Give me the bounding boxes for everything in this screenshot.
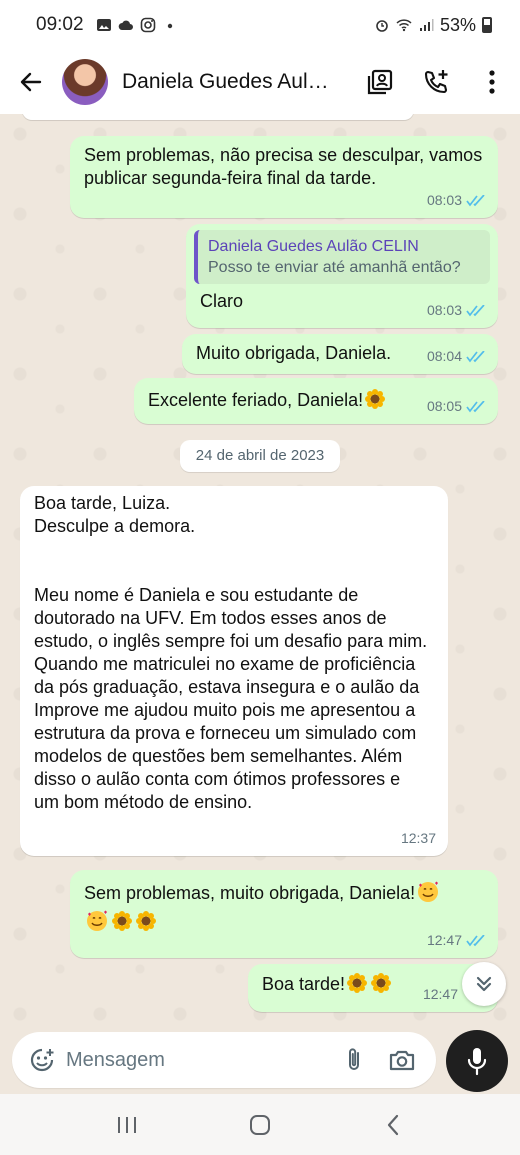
status-left: 09:02 xyxy=(36,14,178,36)
message-time: 12:37 xyxy=(400,830,436,846)
contact-card-button[interactable] xyxy=(352,54,408,110)
home-button[interactable] xyxy=(230,1100,290,1150)
message-bubble-outgoing[interactable]: Excelente feriado, Daniela! 08:05 xyxy=(134,378,498,424)
emoji-row xyxy=(84,909,484,934)
message-meta: 12:47 xyxy=(423,983,458,1006)
system-nav-bar xyxy=(0,1094,520,1155)
message-text: Excelente feriado, Daniela! xyxy=(148,390,364,410)
contact-name[interactable]: Daniela Guedes Aulã… xyxy=(122,70,340,94)
partial-message-bubble xyxy=(22,114,414,120)
home-icon xyxy=(249,1114,270,1135)
message-text: Muito obrigada, Daniela. xyxy=(196,343,392,363)
read-receipt-icon xyxy=(466,934,485,946)
message-greeting-line2: Desculpe a demora. xyxy=(34,516,196,536)
status-time: 09:02 xyxy=(36,14,84,35)
composer-bar xyxy=(0,1024,520,1094)
read-receipt-icon xyxy=(466,194,485,206)
gallery-notification-icon xyxy=(96,19,111,31)
chat-area[interactable]: Sem problemas, não precisa se desculpar,… xyxy=(0,114,520,1024)
cloud-notification-icon xyxy=(118,20,133,30)
message-time: 08:03 xyxy=(426,302,462,318)
quoted-message[interactable]: Daniela Guedes Aulão CELIN Posso te envi… xyxy=(194,230,490,284)
contact-avatar[interactable] xyxy=(62,59,108,105)
sunflower-emoji-icon xyxy=(112,911,132,931)
header-actions xyxy=(352,54,520,110)
alarm-icon xyxy=(376,20,388,32)
message-bubble-outgoing[interactable]: Muito obrigada, Daniela. 08:04 xyxy=(182,334,498,374)
more-vertical-icon xyxy=(489,70,495,94)
message-bubble-outgoing-reply[interactable]: Daniela Guedes Aulão CELIN Posso te envi… xyxy=(186,224,498,328)
message-meta: 08:05 xyxy=(427,395,486,418)
message-time: 12:47 xyxy=(422,986,458,1002)
scroll-to-bottom-button[interactable] xyxy=(462,962,506,1006)
composer-box xyxy=(12,1032,436,1088)
message-bubble-outgoing[interactable]: Boa tarde! 12:47 xyxy=(248,964,498,1012)
message-time: 12:47 xyxy=(426,932,462,948)
wifi-icon xyxy=(396,19,412,32)
signal-icon xyxy=(419,19,434,31)
chat-header: Daniela Guedes Aulã… xyxy=(0,50,520,114)
quoted-text: Posso te enviar até amanhã então? xyxy=(208,259,461,276)
add-call-icon xyxy=(424,70,448,94)
message-text: Sem problemas, muito obrigada, Daniela! xyxy=(84,883,416,903)
recent-apps-icon xyxy=(117,1116,136,1133)
date-separator: 24 de abril de 2023 xyxy=(180,440,340,472)
message-meta: 12:47 xyxy=(427,929,486,952)
more-options-button[interactable] xyxy=(464,54,520,110)
message-meta: 08:03 xyxy=(427,299,486,322)
smiling-face-with-hearts-emoji-icon xyxy=(418,881,439,902)
attach-icon xyxy=(349,1048,359,1070)
battery-percent: 53% xyxy=(439,14,476,35)
sunflower-emoji-icon xyxy=(365,389,386,409)
message-text: Sem problemas, não precisa se desculpar,… xyxy=(84,145,483,188)
emoji-icon xyxy=(30,1048,54,1072)
message-meta: 08:04 xyxy=(427,345,486,368)
battery-icon xyxy=(482,17,492,33)
more-notifications-dot-icon xyxy=(167,23,172,29)
message-input[interactable] xyxy=(66,1040,330,1080)
message-greeting-line1: Boa tarde, Luiza. xyxy=(34,493,171,513)
mic-icon xyxy=(467,1048,487,1076)
message-body: Meu nome é Daniela e sou estudante de do… xyxy=(34,585,428,812)
status-bar: 09:02 53% xyxy=(0,0,520,50)
instagram-notification-icon xyxy=(140,17,155,33)
recent-apps-button[interactable] xyxy=(97,1100,157,1150)
smiling-face-with-hearts-emoji-icon xyxy=(87,910,107,931)
quoted-author: Daniela Guedes Aulão CELIN xyxy=(208,238,419,255)
message-text: Boa tarde! xyxy=(262,974,346,994)
sunflower-emoji-icon xyxy=(347,973,368,993)
message-bubble-outgoing[interactable]: Sem problemas, muito obrigada, Daniela! … xyxy=(70,870,498,958)
message-time: 08:05 xyxy=(426,398,462,414)
status-right: 53% xyxy=(374,15,492,36)
message-time: 08:04 xyxy=(426,348,462,364)
camera-button[interactable] xyxy=(378,1036,426,1084)
message-time: 08:03 xyxy=(426,192,462,208)
read-receipt-icon xyxy=(466,304,485,316)
message-meta: 08:03 xyxy=(427,189,486,212)
message-meta: 12:37 xyxy=(401,827,436,850)
voice-message-button[interactable] xyxy=(446,1030,508,1092)
message-bubble-outgoing[interactable]: Sem problemas, não precisa se desculpar,… xyxy=(70,136,498,218)
back-button[interactable] xyxy=(0,50,62,114)
system-back-icon xyxy=(388,1114,399,1135)
emoji-button[interactable] xyxy=(18,1036,66,1084)
system-back-button[interactable] xyxy=(363,1100,423,1150)
attach-button[interactable] xyxy=(330,1036,378,1084)
camera-icon xyxy=(389,1050,415,1071)
contact-card-icon xyxy=(367,69,393,95)
read-receipt-icon xyxy=(466,400,485,412)
back-arrow-icon xyxy=(20,72,42,92)
message-bubble-incoming[interactable]: Boa tarde, Luiza. Desculpe a demora. Meu… xyxy=(20,486,448,856)
read-receipt-icon xyxy=(466,350,485,362)
sunflower-emoji-icon xyxy=(371,973,392,993)
sunflower-emoji-icon xyxy=(136,911,156,931)
add-call-button[interactable] xyxy=(408,54,464,110)
double-chevron-down-icon xyxy=(476,976,492,992)
